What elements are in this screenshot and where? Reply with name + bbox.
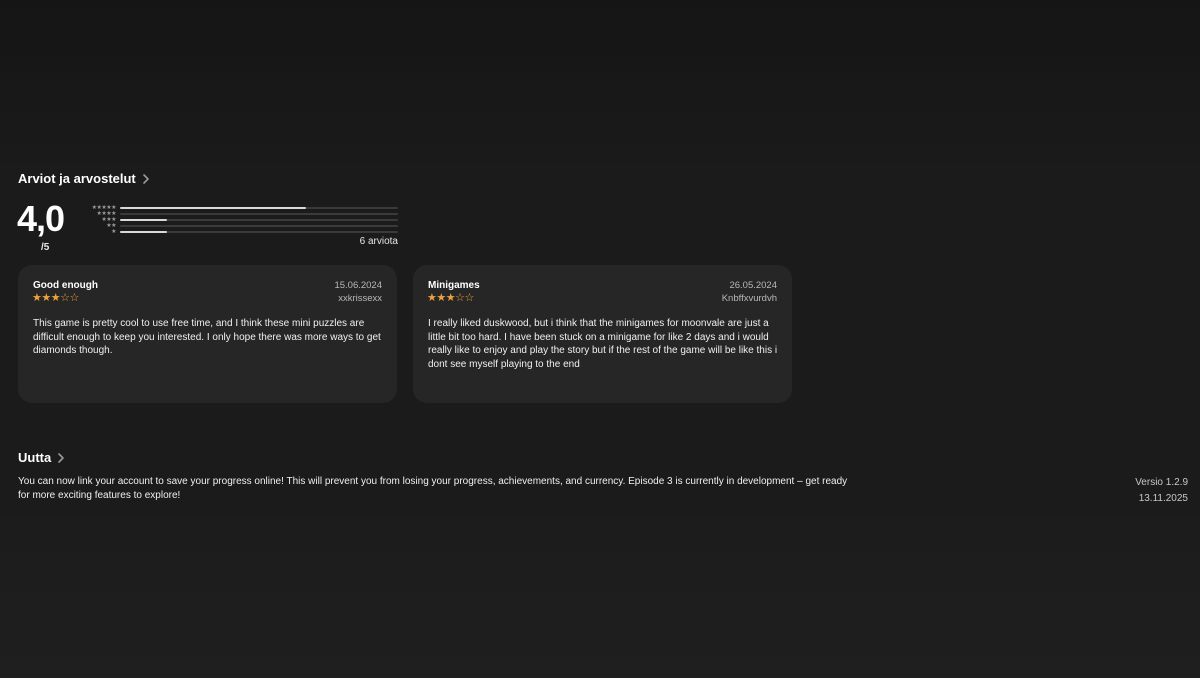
star-empty-icon: ☆ xyxy=(464,292,475,304)
average-rating: 4,0 xyxy=(17,198,65,239)
histogram-row: ★ xyxy=(84,229,398,235)
star-empty-icon: ☆ xyxy=(69,292,80,304)
review-author: Knbffxvurdvh xyxy=(721,293,777,304)
review-card[interactable]: Good enough 15.06.2024 xxkrissexx ★★★☆☆ … xyxy=(18,265,397,403)
histogram-track xyxy=(120,225,398,227)
histogram-track xyxy=(120,219,398,221)
ratings-section-link[interactable]: Arviot ja arvostelut xyxy=(18,171,151,186)
histogram-track xyxy=(120,213,398,215)
chevron-right-icon xyxy=(142,173,149,184)
review-card[interactable]: Minigames 26.05.2024 Knbffxvurdvh ★★★☆☆ … xyxy=(413,265,792,403)
whats-new-section-link[interactable]: Uutta xyxy=(18,450,66,465)
star-empty-icon: ☆ xyxy=(60,292,70,304)
histogram-track xyxy=(120,207,398,209)
version-date: 13.11.2025 xyxy=(1138,493,1188,504)
whats-new-title: Uutta xyxy=(18,450,52,465)
version-info: Versio 1.2.9 13.11.2025 xyxy=(1135,475,1188,507)
review-title: Good enough xyxy=(33,280,98,291)
histogram-fill xyxy=(120,219,168,221)
star-empty-icon: ☆ xyxy=(455,292,465,304)
star-filled-icon: ★ xyxy=(445,292,456,304)
review-author: xxkrissexx xyxy=(338,293,382,304)
star-filled-icon: ★ xyxy=(41,292,51,304)
whats-new-text: You can now link your account to save yo… xyxy=(18,476,848,501)
star-filled-icon: ★ xyxy=(436,292,446,304)
review-title: Minigames xyxy=(428,280,480,291)
star-filled-icon: ★ xyxy=(427,292,437,304)
histogram-fill xyxy=(120,207,307,209)
review-date: 26.05.2024 xyxy=(729,280,777,291)
rating-histogram: ★★★★★ ★★★★ ★★★ ★★ ★ xyxy=(84,205,398,235)
review-star-rating: ★★★☆☆ xyxy=(427,292,474,304)
chevron-right-icon xyxy=(58,452,65,463)
review-body: I really liked duskwood, but i think tha… xyxy=(428,318,778,370)
app-store-page: Arviot ja arvostelut 4,0 /5 ★★★★★ ★★★★ ★… xyxy=(0,0,1200,678)
review-star-rating: ★★★☆☆ xyxy=(32,292,79,304)
histogram-fill xyxy=(120,231,168,233)
review-body: This game is pretty cool to use free tim… xyxy=(33,318,381,356)
histogram-stars-label: ★ xyxy=(111,229,116,235)
ratings-section-title: Arviot ja arvostelut xyxy=(18,171,136,186)
star-filled-icon: ★ xyxy=(50,292,61,304)
review-date: 15.06.2024 xyxy=(334,280,382,291)
rating-out-of: /5 xyxy=(41,242,50,253)
rating-count: 6 arviota xyxy=(359,236,398,247)
star-filled-icon: ★ xyxy=(32,292,42,304)
histogram-track xyxy=(120,231,398,233)
version-number: Versio 1.2.9 xyxy=(1135,477,1188,488)
